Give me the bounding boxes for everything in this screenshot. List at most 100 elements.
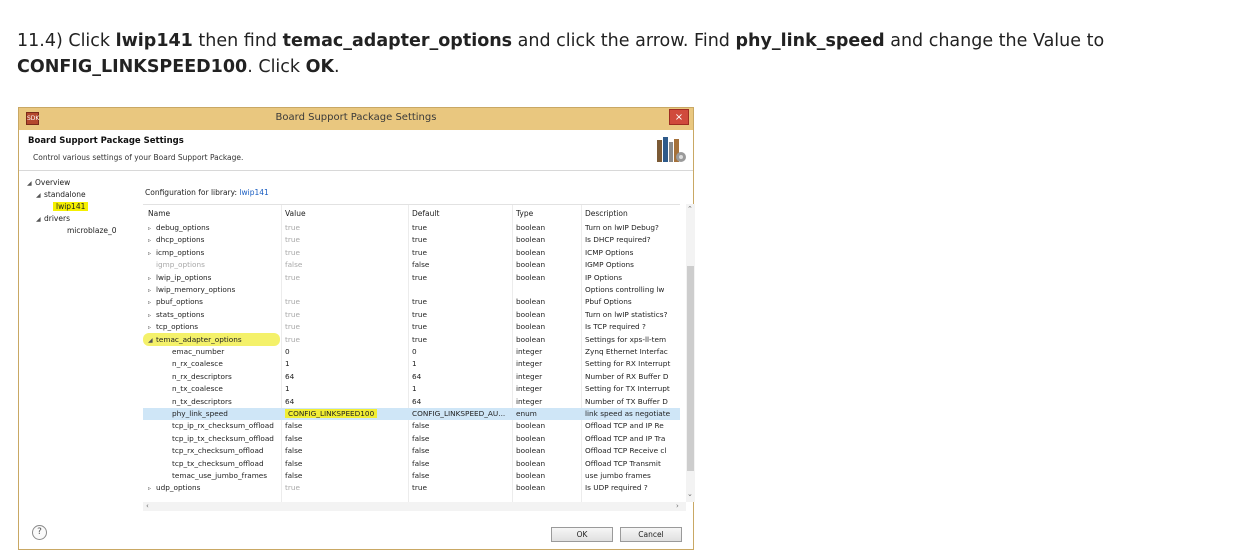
cell-name[interactable]: emac_number	[148, 347, 304, 356]
table-row[interactable]: ▹ icmp_options true true boolean ICMP Options	[143, 247, 680, 259]
cell-name[interactable]: n_tx_descriptors	[148, 397, 304, 406]
expand-arrow-icon[interactable]: ▹	[148, 324, 156, 331]
cell-name[interactable]: ◢ temac_adapter_options	[148, 335, 280, 344]
scroll-right-icon[interactable]: ›	[676, 502, 679, 510]
cell-value[interactable]: false	[285, 471, 405, 480]
cell-name[interactable]: igmp_options	[148, 260, 280, 269]
cell-value[interactable]: false	[285, 260, 405, 269]
cell-name[interactable]: tcp_ip_rx_checksum_offload	[148, 421, 304, 430]
cell-value[interactable]: false	[285, 421, 405, 430]
table-row[interactable]: ▹ lwip_memory_options Options controlling …	[143, 284, 680, 296]
cell-value[interactable]: true	[285, 483, 405, 492]
cell-name[interactable]: ▹ lwip_ip_options	[148, 273, 280, 282]
expand-arrow-icon[interactable]: ▹	[148, 237, 156, 244]
cell-value[interactable]: CONFIG_LINKSPEED100	[285, 409, 405, 418]
cell-name[interactable]: ▹ pbuf_options	[148, 297, 280, 306]
table-row[interactable]: tcp_ip_tx_checksum_offload false false bool…	[143, 433, 680, 445]
cell-value[interactable]: false	[285, 434, 405, 443]
tree-item-overview[interactable]: ◢ Overview	[27, 178, 70, 187]
expand-arrow-icon[interactable]: ▹	[148, 275, 156, 282]
ok-button[interactable]: OK	[551, 527, 613, 542]
table-row[interactable]: ▹ tcp_options true true boolean Is TCP requir…	[143, 321, 680, 333]
column-header-default[interactable]: Default	[412, 209, 439, 218]
table-row[interactable]: temac_use_jumbo_frames false false boolean u…	[143, 470, 680, 482]
tree-item-standalone[interactable]: ◢ standalone	[36, 190, 86, 199]
cell-value[interactable]: 1	[285, 384, 405, 393]
title-bar[interactable]: SDK Board Support Package Settings ×	[19, 108, 693, 130]
expand-arrow-icon[interactable]: ▹	[148, 287, 156, 294]
column-header-value[interactable]: Value	[285, 209, 306, 218]
cell-name[interactable]: temac_use_jumbo_frames	[148, 471, 304, 480]
cell-name[interactable]: tcp_rx_checksum_offload	[148, 446, 304, 455]
expand-arrow-icon[interactable]: ◢	[148, 337, 156, 344]
table-row[interactable]: n_rx_coalesce 1 1 integer Setting for RX Int…	[143, 358, 680, 370]
cell-value[interactable]: 0	[285, 347, 405, 356]
table-row[interactable]: igmp_options false false boolean IGMP Option…	[143, 259, 680, 271]
tree-item-drivers[interactable]: ◢ drivers	[36, 214, 70, 223]
expand-arrow-icon[interactable]: ◢	[27, 180, 35, 187]
cell-value[interactable]: 64	[285, 397, 405, 406]
column-header-description[interactable]: Description	[585, 209, 628, 218]
cell-name[interactable]: ▹ udp_options	[148, 483, 280, 492]
cell-name[interactable]: phy_link_speed	[148, 409, 304, 418]
expand-arrow-icon[interactable]: ▹	[148, 299, 156, 306]
expand-arrow-icon[interactable]: ▹	[148, 485, 156, 492]
cell-value[interactable]: false	[285, 446, 405, 455]
scroll-left-icon[interactable]: ‹	[146, 502, 149, 510]
cell-value[interactable]: true	[285, 322, 405, 331]
cell-value[interactable]: true	[285, 248, 405, 257]
table-row[interactable]: ▹ udp_options true true boolean Is UDP requir…	[143, 482, 680, 494]
cell-name[interactable]: n_rx_descriptors	[148, 372, 304, 381]
cell-value[interactable]: 64	[285, 372, 405, 381]
expand-arrow-icon[interactable]: ▹	[148, 312, 156, 319]
horizontal-scrollbar[interactable]: ‹ ›	[143, 502, 686, 511]
cell-name[interactable]: ▹ tcp_options	[148, 322, 280, 331]
column-header-name[interactable]: Name	[148, 209, 170, 218]
tree-item-lwip141[interactable]: lwip141	[53, 202, 89, 211]
cell-name[interactable]: tcp_tx_checksum_offload	[148, 459, 304, 468]
cell-name[interactable]: n_rx_coalesce	[148, 359, 304, 368]
expand-arrow-icon[interactable]: ▹	[148, 225, 156, 232]
expand-arrow-icon[interactable]: ▹	[148, 250, 156, 257]
table-row[interactable]: ▹ stats_options true true boolean Turn on lwI…	[143, 309, 680, 321]
scroll-down-icon[interactable]: ⌄	[687, 490, 693, 498]
cell-name[interactable]: ▹ dhcp_options	[148, 235, 280, 244]
cell-name[interactable]: ▹ stats_options	[148, 310, 280, 319]
cell-name[interactable]: n_tx_coalesce	[148, 384, 304, 393]
vertical-scrollbar[interactable]: ⌃ ⌄	[686, 204, 695, 502]
cell-name[interactable]: ▹ debug_options	[148, 223, 280, 232]
table-row[interactable]: tcp_ip_rx_checksum_offload false false bool…	[143, 420, 680, 432]
cell-value[interactable]: 1	[285, 359, 405, 368]
expand-arrow-icon[interactable]: ◢	[36, 216, 44, 223]
cell-name[interactable]: ▹ icmp_options	[148, 248, 280, 257]
table-row[interactable]: emac_number 0 0 integer Zynq Ethernet Interf…	[143, 346, 680, 358]
cell-value[interactable]: false	[285, 459, 405, 468]
table-row[interactable]: n_tx_descriptors 64 64 integer Number of TX …	[143, 396, 680, 408]
close-button[interactable]: ×	[669, 109, 689, 125]
help-icon[interactable]: ?	[32, 525, 47, 540]
table-row[interactable]: n_rx_descriptors 64 64 integer Number of RX …	[143, 371, 680, 383]
cancel-button[interactable]: Cancel	[620, 527, 682, 542]
cell-value[interactable]: true	[285, 297, 405, 306]
scroll-thumb[interactable]	[687, 266, 694, 471]
cell-name[interactable]: tcp_ip_tx_checksum_offload	[148, 434, 304, 443]
tree-item-microblaze[interactable]: microblaze_0	[67, 226, 117, 235]
table-row[interactable]: phy_link_speed CONFIG_LINKSPEED100 CONFIG_…	[143, 408, 680, 421]
table-row[interactable]: ▹ debug_options true true boolean Turn on lwI…	[143, 222, 680, 234]
column-header-type[interactable]: Type	[516, 209, 533, 218]
cell-value[interactable]: true	[285, 310, 405, 319]
cell-value[interactable]: true	[285, 273, 405, 282]
cell-name[interactable]: ▹ lwip_memory_options	[148, 285, 280, 294]
cell-value[interactable]: true	[285, 235, 405, 244]
table-row[interactable]: tcp_tx_checksum_offload false false boolean…	[143, 458, 680, 470]
table-row[interactable]: n_tx_coalesce 1 1 integer Setting for TX Int…	[143, 383, 680, 395]
table-row[interactable]: tcp_rx_checksum_offload false false boolean…	[143, 445, 680, 457]
table-row[interactable]: ▹ lwip_ip_options true true boolean IP Option…	[143, 272, 680, 284]
table-row[interactable]: ▹ pbuf_options true true boolean Pbuf Options	[143, 296, 680, 308]
cell-value[interactable]: true	[285, 223, 405, 232]
table-row[interactable]: ◢ temac_adapter_options true true boolean Set…	[143, 332, 680, 346]
cell-value[interactable]: true	[285, 335, 405, 344]
table-row[interactable]: ▹ dhcp_options true true boolean Is DHCP requ…	[143, 234, 680, 246]
scroll-up-icon[interactable]: ⌃	[687, 205, 693, 213]
expand-arrow-icon[interactable]: ◢	[36, 192, 44, 199]
